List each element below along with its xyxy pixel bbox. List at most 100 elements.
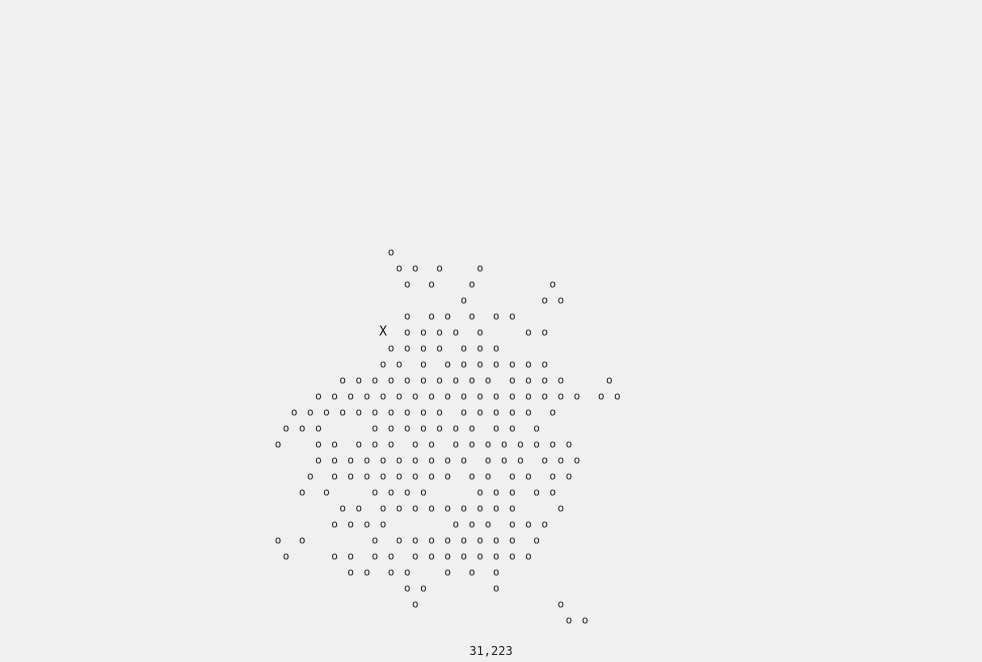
pebble: o: [557, 597, 565, 611]
pebble: o: [476, 261, 484, 275]
pebble: o: [573, 453, 581, 467]
pebble: o: [452, 517, 460, 531]
pebble: o: [395, 501, 403, 515]
game-board[interactable]: ooooooooooooooooooXooooooooooooooooooooo…: [0, 0, 982, 662]
pebble: o: [492, 357, 500, 371]
pebble: o: [525, 357, 532, 371]
pebble: o: [395, 357, 403, 371]
pebble: o: [371, 549, 379, 563]
pebble: o: [500, 453, 508, 467]
pebble: o: [395, 453, 403, 467]
pebble: o: [428, 469, 435, 483]
pebble: o: [460, 405, 468, 419]
pebble: o: [468, 469, 476, 483]
pebble: o: [282, 421, 290, 435]
pebble: o: [331, 389, 338, 403]
pebble: o: [315, 421, 322, 435]
pebble: o: [476, 389, 484, 403]
pebble: o: [444, 389, 451, 403]
pebble: o: [395, 389, 403, 403]
pebble: o: [525, 325, 532, 339]
pebble: o: [444, 357, 451, 371]
pebble: o: [492, 565, 500, 579]
pebble: o: [492, 485, 500, 499]
pebble: o: [403, 373, 411, 387]
pebble: o: [347, 549, 355, 563]
pebble: o: [533, 421, 540, 435]
pebble: o: [476, 549, 484, 563]
pebble: o: [347, 453, 355, 467]
pebble: o: [355, 437, 363, 451]
pebble: o: [444, 453, 451, 467]
pebble: o: [387, 421, 395, 435]
pebble: o: [500, 437, 508, 451]
pebble: o: [492, 389, 500, 403]
pebble: o: [509, 485, 516, 499]
pebble: o: [363, 469, 371, 483]
pebble: o: [363, 517, 371, 531]
pebble: o: [412, 597, 419, 611]
pebble: o: [492, 309, 500, 323]
pebble: o: [581, 613, 589, 627]
pebble: o: [468, 309, 476, 323]
pebble: o: [428, 309, 435, 323]
player-marker: X: [379, 324, 387, 340]
pebble: o: [484, 373, 492, 387]
pebble: o: [444, 501, 451, 515]
pebble: o: [460, 533, 468, 547]
pebble: o: [420, 581, 427, 595]
pebble: o: [492, 341, 500, 355]
pebble: o: [395, 533, 403, 547]
pebble: o: [428, 453, 435, 467]
pebble: o: [509, 549, 516, 563]
pebble: o: [525, 389, 532, 403]
pebble: o: [420, 421, 427, 435]
pebble: o: [549, 437, 557, 451]
pebble: o: [549, 485, 557, 499]
pebble: o: [509, 533, 516, 547]
pebble: o: [565, 613, 573, 627]
pebble: o: [428, 277, 435, 291]
pebble: o: [387, 373, 395, 387]
pebble: o: [492, 405, 500, 419]
pebble: o: [444, 565, 451, 579]
pebble: o: [274, 533, 282, 547]
pebble: o: [557, 501, 565, 515]
pebble: o: [541, 389, 548, 403]
pebble: o: [420, 373, 427, 387]
pebble: o: [315, 453, 322, 467]
pebble: o: [614, 389, 621, 403]
pebble: o: [412, 389, 419, 403]
pebble: o: [347, 517, 355, 531]
pebble: o: [476, 405, 484, 419]
pebble: o: [509, 405, 516, 419]
pebble: o: [541, 517, 548, 531]
pebble: o: [420, 341, 427, 355]
pebble: o: [476, 501, 484, 515]
pebble: o: [444, 533, 451, 547]
pebble: o: [468, 517, 476, 531]
pebble: o: [379, 469, 387, 483]
pebble: o: [339, 405, 346, 419]
pebble: o: [363, 453, 371, 467]
pebble: o: [379, 357, 387, 371]
pebble: o: [492, 549, 500, 563]
pebble: o: [403, 309, 411, 323]
pebble: o: [557, 293, 565, 307]
pebble: o: [484, 469, 492, 483]
pebble: o: [468, 373, 476, 387]
pebble: o: [403, 405, 411, 419]
pebble: o: [460, 549, 468, 563]
pebble: o: [509, 501, 516, 515]
pebble: o: [468, 565, 476, 579]
pebble: o: [387, 341, 395, 355]
pebble: o: [331, 517, 338, 531]
pebble: o: [371, 373, 379, 387]
pebble: o: [509, 373, 516, 387]
pebble: o: [371, 533, 379, 547]
pebble: o: [541, 357, 548, 371]
pebble: o: [525, 469, 532, 483]
pebble: o: [339, 501, 346, 515]
pebble: o: [379, 517, 387, 531]
pebble: o: [549, 405, 557, 419]
